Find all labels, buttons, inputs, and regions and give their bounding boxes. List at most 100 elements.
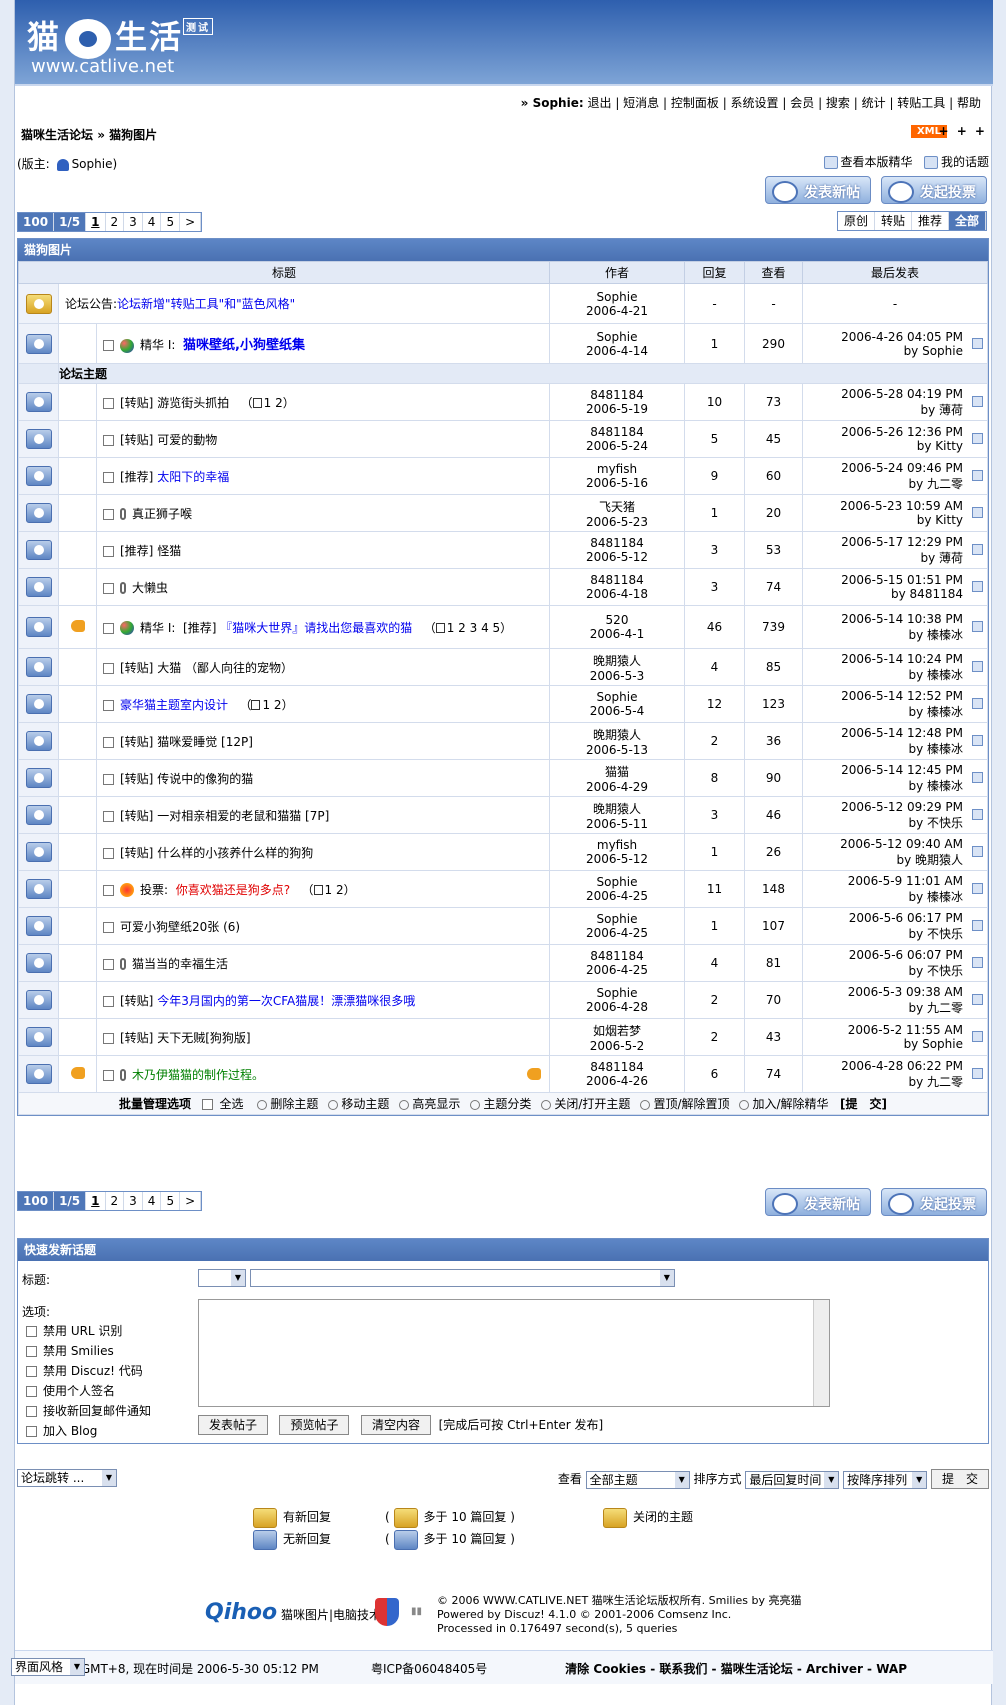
topic-link[interactable]: 可爱的動物 (157, 433, 217, 447)
row-checkbox[interactable] (103, 995, 114, 1007)
topic-link[interactable]: 真正狮子喉 (132, 507, 192, 521)
author[interactable]: Sophie (550, 330, 684, 344)
forum-jump-select[interactable]: 论坛跳转 ... (17, 1469, 117, 1487)
topic-link[interactable]: 猫咪壁纸,小狗壁纸集 (183, 338, 305, 353)
nav-item[interactable]: 退出 (587, 96, 611, 110)
last-by[interactable]: by Kitty (803, 439, 963, 453)
row-checkbox[interactable] (103, 810, 114, 822)
last-by[interactable]: by 薄荷 (803, 549, 963, 566)
mytopics-link[interactable]: 我的话题 (941, 155, 989, 169)
list-submit-button[interactable]: 提 交 (930, 1469, 989, 1489)
option-item[interactable]: 加入 Blog (26, 1421, 151, 1441)
topic-link[interactable]: 游览街头抓拍 (157, 396, 229, 410)
nav-item[interactable]: 系统设置 (731, 96, 779, 110)
author[interactable]: 晚期猿人 (550, 652, 684, 669)
goto-last-icon[interactable] (972, 581, 983, 592)
goto-last-icon[interactable] (972, 1031, 983, 1042)
row-checkbox[interactable] (103, 921, 114, 933)
page-link[interactable]: 3 (124, 213, 143, 231)
option-checkbox[interactable] (26, 1346, 37, 1357)
goto-last-icon[interactable] (972, 735, 983, 746)
last-by[interactable]: by 九二零 (803, 999, 963, 1016)
goto-last-icon[interactable] (972, 772, 983, 783)
last-by[interactable]: by 不快乐 (803, 962, 963, 979)
clear-button[interactable]: 清空内容 (360, 1415, 431, 1435)
author[interactable]: 飞天猪 (550, 498, 684, 515)
new-post-button[interactable]: 发表新帖 (765, 1188, 872, 1216)
nav-item[interactable]: 帮助 (957, 96, 981, 110)
last-by[interactable]: by Sophie (803, 1037, 963, 1051)
filter-tab[interactable]: 推荐 (912, 212, 949, 230)
textarea-scrollbar[interactable] (813, 1300, 829, 1406)
author[interactable]: myfish (550, 838, 684, 852)
current-user[interactable]: Sophie: (533, 96, 584, 110)
goto-last-icon[interactable] (972, 507, 983, 518)
goto-last-icon[interactable] (972, 337, 983, 349)
author[interactable]: 猫猫 (550, 763, 684, 780)
option-item[interactable]: 接收新回复邮件通知 (26, 1401, 151, 1421)
nav-item[interactable]: 转贴工具 (897, 96, 945, 110)
last-by[interactable]: by 榛榛冰 (803, 626, 963, 643)
goto-last-icon[interactable] (972, 1068, 983, 1079)
topic-link[interactable]: 你喜欢猫还是狗多点? (176, 883, 290, 897)
author[interactable]: 520 (550, 613, 684, 627)
goto-last-icon[interactable] (972, 661, 983, 672)
batch-submit[interactable]: [提 交] (840, 1097, 887, 1111)
last-by[interactable]: by 榛榛冰 (803, 888, 963, 905)
option-checkbox[interactable] (26, 1386, 37, 1397)
nav-item[interactable]: 短消息 (623, 96, 659, 110)
filter-tab[interactable]: 原创 (838, 212, 875, 230)
cnzz-icon[interactable]: ▮▮ (411, 1606, 422, 1617)
footer-links[interactable]: 清除 Cookies - 联系我们 - 猫咪生活论坛 - Archiver - … (565, 1660, 907, 1677)
topic-link[interactable]: 今年3月国内的第一次CFA猫展！漂漂猫咪很多哦 (157, 994, 415, 1008)
view-select[interactable]: 全部主题 (585, 1470, 690, 1489)
page-link[interactable]: 5 (161, 1192, 181, 1210)
order-select[interactable]: 按降序排列 (843, 1470, 928, 1489)
row-checkbox[interactable] (103, 884, 114, 896)
author[interactable]: Sophie (550, 986, 684, 1000)
option-item[interactable]: 禁用 Smilies (26, 1341, 151, 1361)
author[interactable]: Sophie (550, 912, 684, 926)
icp[interactable]: 粤ICP备06048405号 (371, 1660, 487, 1677)
option-checkbox[interactable] (26, 1426, 37, 1437)
filter-tab[interactable]: 转贴 (875, 212, 912, 230)
more-dots[interactable]: + + + (938, 124, 987, 138)
row-checkbox[interactable] (103, 582, 114, 594)
nav-item[interactable]: 搜索 (826, 96, 850, 110)
topic-link[interactable]: 木乃伊猫猫的制作过程。 (132, 1068, 264, 1082)
topic-link[interactable]: 什么样的小孩养什么样的狗狗 (157, 846, 313, 860)
batch-radio[interactable] (640, 1099, 651, 1110)
batch-radio[interactable] (257, 1099, 268, 1110)
new-poll-button[interactable]: 发起投票 (881, 1188, 987, 1216)
announcement-link[interactable]: 论坛新增"转贴工具"和"蓝色风格" (117, 297, 295, 311)
topic-link[interactable]: 猫咪爱睡觉 [12P] (157, 735, 253, 749)
option-item[interactable]: 禁用 Discuz! 代码 (26, 1361, 151, 1381)
message-textarea[interactable] (198, 1299, 830, 1407)
goto-last-icon[interactable] (972, 396, 983, 407)
page-link[interactable]: 3 (124, 1192, 143, 1210)
author[interactable]: 8481184 (550, 949, 684, 963)
author[interactable]: 晚期猿人 (550, 726, 684, 743)
last-by[interactable]: by 榛榛冰 (803, 777, 963, 794)
new-poll-button[interactable]: 发起投票 (881, 176, 987, 204)
last-by[interactable]: by 榛榛冰 (803, 666, 963, 683)
topic-link[interactable]: 豪华猫主题室内设计 (120, 698, 228, 712)
goto-last-icon[interactable] (972, 883, 983, 894)
sort-select[interactable]: 最后回复时间 (745, 1470, 840, 1489)
nav-item[interactable]: 会员 (790, 96, 814, 110)
last-by[interactable]: by 九二零 (803, 1073, 963, 1090)
option-checkbox[interactable] (26, 1366, 37, 1377)
topic-link[interactable]: 天下无贼[狗狗版] (157, 1031, 250, 1045)
sponsor-text[interactable]: 猫咪图片|电脑技术 (281, 1608, 381, 1622)
last-by[interactable]: by Sophie (803, 344, 963, 358)
page-link[interactable]: 4 (143, 1192, 162, 1210)
topic-pages[interactable]: 1 2 (264, 396, 283, 410)
page-link[interactable]: 1 (86, 1192, 106, 1210)
row-checkbox[interactable] (103, 1069, 114, 1081)
last-by[interactable]: by 晚期猿人 (803, 851, 963, 868)
last-by[interactable]: by Kitty (803, 513, 963, 527)
topic-link[interactable]: 大懒虫 (132, 581, 168, 595)
topic-link[interactable]: 传说中的像狗的猫 (157, 772, 253, 786)
last-by[interactable]: by 榛榛冰 (803, 703, 963, 720)
author[interactable]: 晚期猿人 (550, 800, 684, 817)
